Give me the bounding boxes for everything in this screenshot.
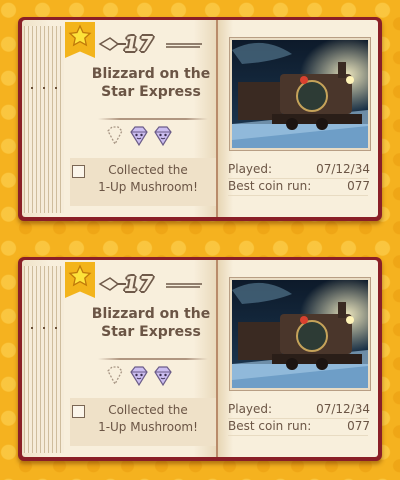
goal-text: Collected the 1-Up Mushroom!	[98, 163, 198, 194]
empty-gem-icon	[107, 366, 123, 386]
level-card-2[interactable]: 17 Blizzard on the Star Express Collecte…	[18, 257, 382, 461]
star-icon	[68, 264, 92, 287]
played-value: 07/12/34	[316, 162, 370, 176]
level-thumbnail	[229, 37, 371, 151]
level-title: Blizzard on the Star Express	[91, 306, 211, 340]
played-value: 07/12/34	[316, 402, 370, 416]
purple-gem-icon	[154, 366, 172, 387]
book-spine	[216, 20, 218, 217]
stats-divider	[228, 178, 368, 179]
level-stats: Played: 07/12/34 Best coin run: 077	[228, 162, 370, 196]
played-label: Played:	[228, 402, 273, 416]
goal-text: Collected the 1-Up Mushroom!	[98, 403, 198, 434]
purple-gem-icon	[130, 126, 148, 147]
coin-row: Best coin run: 077	[228, 419, 370, 436]
empty-gem-icon	[107, 126, 123, 146]
level-number: 17	[124, 32, 154, 56]
coin-value: 077	[347, 419, 370, 433]
gem-row	[104, 125, 176, 147]
played-row: Played: 07/12/34	[228, 402, 370, 419]
level-thumbnail	[229, 277, 371, 391]
star-icon	[68, 24, 92, 47]
coin-label: Best coin run:	[228, 179, 312, 193]
level-title: Blizzard on the Star Express	[91, 66, 211, 100]
train-scene-image	[232, 40, 368, 148]
coin-label: Best coin run:	[228, 419, 312, 433]
page-edges	[24, 26, 64, 213]
coin-row: Best coin run: 077	[228, 179, 370, 196]
level-card-1[interactable]: 17 Blizzard on the Star Express Collecte…	[18, 17, 382, 221]
stats-divider	[228, 418, 368, 419]
stats-divider	[228, 435, 368, 436]
title-separator	[98, 118, 208, 120]
purple-gem-icon	[130, 366, 148, 387]
page-edges	[24, 266, 64, 453]
coin-value: 077	[347, 179, 370, 193]
train-scene-image	[232, 280, 368, 388]
book-spine	[216, 260, 218, 457]
level-stats: Played: 07/12/34 Best coin run: 077	[228, 402, 370, 436]
title-separator	[98, 358, 208, 360]
played-label: Played:	[228, 162, 273, 176]
stats-divider	[228, 195, 368, 196]
level-number: 17	[124, 272, 154, 296]
gem-row	[104, 365, 176, 387]
purple-gem-icon	[154, 126, 172, 147]
played-row: Played: 07/12/34	[228, 162, 370, 179]
